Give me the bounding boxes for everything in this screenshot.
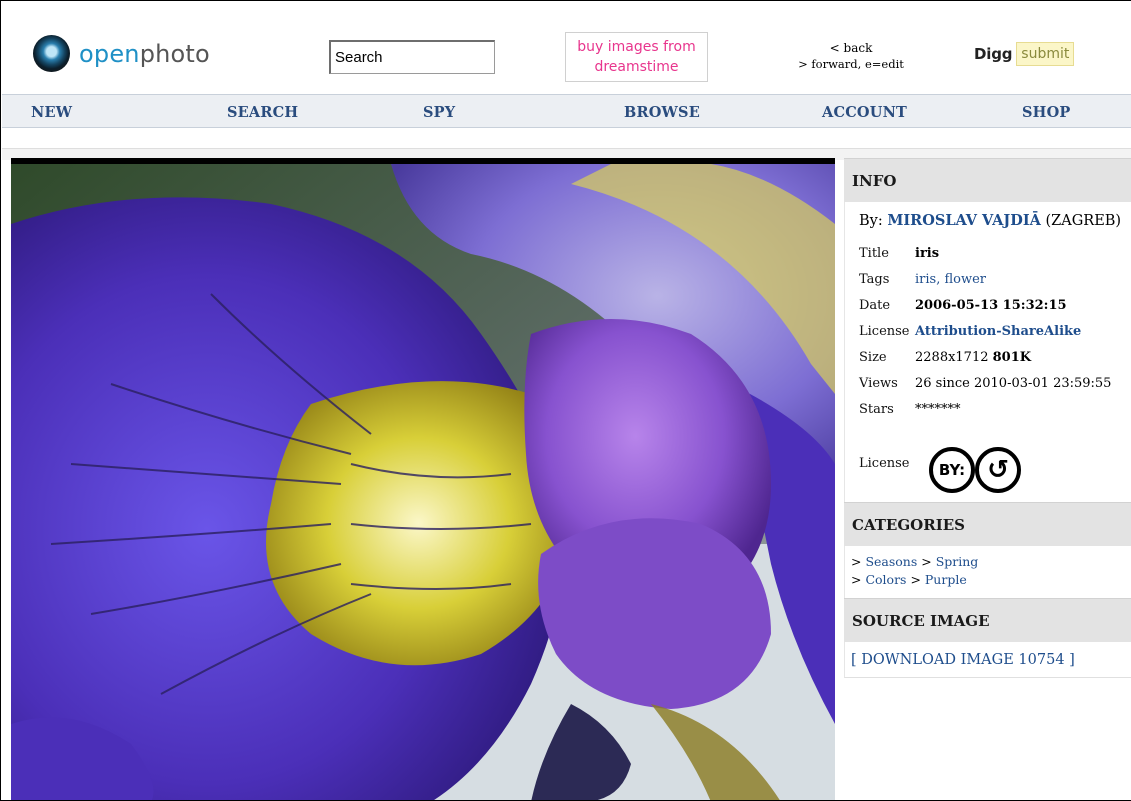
nav-item-browse[interactable]: BROWSE [624, 104, 700, 121]
info-row-license-badge: License [859, 456, 915, 471]
logo-text-photo: photo [139, 39, 210, 68]
info-row-tags: Tags iris, flower [859, 272, 986, 287]
category-2-prefix: > [851, 572, 866, 587]
info-row-date: Date 2006-05-13 15:32:15 [859, 298, 1067, 313]
cc-sa-text: ↺ [987, 455, 1009, 485]
stars-label: Stars [859, 402, 894, 417]
author-line: By: MIROSLAV VAJDIĀ (ZAGREB) [859, 212, 1121, 229]
digg-submit-button[interactable]: submit [1016, 42, 1075, 66]
cc-by-icon: BY: [929, 447, 975, 493]
back-link[interactable]: < back [786, 40, 916, 56]
category-2-sep: > [906, 572, 925, 587]
info-row-license: License Attribution-ShareAlike [859, 324, 1081, 339]
size-file: 801K [992, 350, 1032, 365]
title-label: Title [859, 246, 889, 261]
title-value: iris [915, 246, 940, 261]
download-image-link[interactable]: [ DOWNLOAD IMAGE 10754 ] [851, 652, 1075, 668]
tags-label: Tags [859, 272, 890, 287]
size-dimensions: 2288x1712 [915, 350, 993, 365]
photo-frame [11, 158, 835, 801]
digg-label: Digg [974, 45, 1013, 63]
dreamstime-ad[interactable]: buy images from dreamstime [565, 32, 708, 82]
logo-text-open: open [79, 39, 140, 68]
license-label: License [859, 324, 910, 339]
category-seasons-link[interactable]: Seasons [865, 554, 917, 569]
source-image-heading: SOURCE IMAGE [844, 598, 1131, 642]
size-label: Size [859, 350, 887, 365]
category-1-sep: > [917, 554, 936, 569]
license-badge-label: License [859, 456, 910, 471]
author-location: (ZAGREB) [1040, 213, 1122, 229]
nav-item-account[interactable]: ACCOUNT [822, 104, 907, 121]
category-line-1: > Seasons > Spring [851, 554, 978, 569]
cc-license-badge[interactable]: BY: ↺ [929, 447, 1021, 493]
camera-lens-icon [33, 35, 70, 72]
category-1-prefix: > [851, 554, 866, 569]
stars-value[interactable]: ******* [915, 402, 961, 417]
info-row-stars: Stars ******* [859, 402, 961, 417]
views-label: Views [859, 376, 898, 391]
info-row-views: Views 26 since 2010-03-01 23:59:55 [859, 376, 1111, 391]
nav-spacer [2, 128, 1131, 148]
info-row-size: Size 2288x1712 801K [859, 350, 1031, 365]
info-heading: INFO [844, 158, 1131, 202]
nav-item-spy[interactable]: SPY [423, 104, 455, 121]
license-link[interactable]: Attribution-ShareAlike [915, 324, 1081, 339]
logo-text: openphoto [79, 40, 210, 68]
cc-by-text: BY: [938, 461, 966, 479]
cc-share-alike-icon: ↺ [975, 447, 1021, 493]
category-spring-link[interactable]: Spring [936, 554, 979, 569]
info-row-title: Title iris [859, 246, 939, 261]
category-purple-link[interactable]: Purple [925, 572, 967, 587]
tags-link[interactable]: iris, flower [915, 272, 986, 287]
main-nav: NEW SEARCH SPY BROWSE ACCOUNT SHOP [2, 94, 1131, 128]
nav-item-new[interactable]: NEW [31, 104, 72, 121]
category-line-2: > Colors > Purple [851, 572, 967, 587]
nav-item-search[interactable]: SEARCH [227, 104, 298, 121]
category-colors-link[interactable]: Colors [865, 572, 906, 587]
logo[interactable]: openphoto [33, 35, 210, 72]
date-label: Date [859, 298, 891, 313]
nav-item-shop[interactable]: SHOP [1022, 104, 1071, 121]
iris-photo[interactable] [11, 164, 835, 801]
author-link[interactable]: MIROSLAV VAJDIĀ [887, 212, 1041, 229]
views-value: 26 since 2010-03-01 23:59:55 [915, 376, 1112, 391]
page-frame: openphoto buy images from dreamstime < b… [0, 0, 1131, 801]
header: openphoto buy images from dreamstime < b… [2, 2, 1131, 94]
history-nav: < back > forward, e=edit [786, 40, 916, 72]
search-input[interactable] [329, 40, 495, 74]
forward-link[interactable]: > forward, e=edit [786, 56, 916, 72]
categories-heading: CATEGORIES [844, 502, 1131, 546]
date-value: 2006-05-13 15:32:15 [915, 298, 1067, 313]
digg-widget: Digg submit [974, 42, 1075, 66]
by-prefix: By: [859, 213, 888, 229]
ad-line-2: dreamstime [594, 59, 679, 75]
sidebar: INFO By: MIROSLAV VAJDIĀ (ZAGREB) Title i… [844, 158, 1131, 800]
ad-line-1: buy images from [577, 39, 696, 55]
